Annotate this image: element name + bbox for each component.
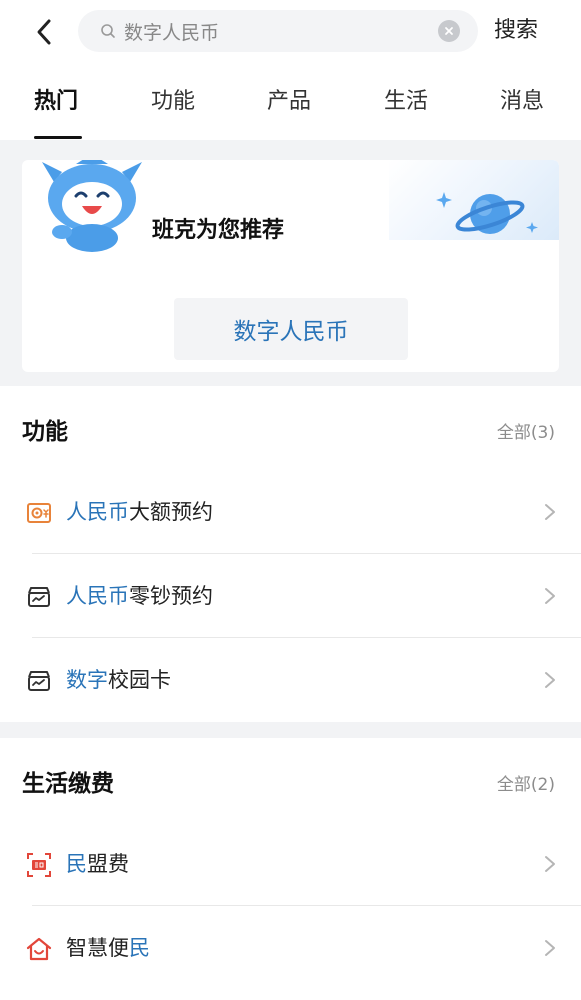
close-icon <box>445 27 453 35</box>
chevron-right-icon <box>545 940 555 956</box>
back-button[interactable] <box>26 14 62 50</box>
list-item[interactable]: 人民币大额预约 <box>0 470 581 554</box>
cash-reserve-icon <box>27 503 51 523</box>
search-results-page: 搜索 热门 功能 产品 生活 消息 <box>0 0 581 1000</box>
item-label: 人民币大额预约 <box>66 500 213 524</box>
search-box[interactable] <box>78 10 478 52</box>
list-item[interactable]: 民盟费 <box>0 822 581 906</box>
search-submit-button[interactable]: 搜索 <box>494 14 538 48</box>
minmeng-icon <box>27 853 51 877</box>
item-label: 数字校园卡 <box>66 668 171 692</box>
home-icon <box>26 937 52 961</box>
header: 搜索 热门 功能 产品 生活 消息 <box>0 0 581 140</box>
active-tab-indicator <box>34 136 82 139</box>
recommend-chip-digital-rmb[interactable]: 数字人民币 <box>174 298 408 360</box>
clear-search-button[interactable] <box>438 20 460 42</box>
recommend-title: 班克为您推荐 <box>152 218 285 243</box>
list-item[interactable]: 数字校园卡 <box>0 638 581 722</box>
search-icon <box>101 24 115 38</box>
tab-hot[interactable]: 热门 <box>34 84 78 120</box>
view-all-button[interactable]: 全部(2) <box>497 770 555 795</box>
chevron-left-icon <box>37 19 51 45</box>
list-item[interactable]: 人民币零钞预约 <box>0 554 581 638</box>
category-tabs: 热门 功能 产品 生活 消息 <box>0 80 581 139</box>
tab-products[interactable]: 产品 <box>267 84 311 120</box>
chevron-right-icon <box>545 672 555 688</box>
section-title: 生活缴费 <box>22 771 114 797</box>
tab-life[interactable]: 生活 <box>384 84 428 120</box>
list-item[interactable]: 智慧便民 <box>0 906 581 990</box>
search-input[interactable] <box>124 10 424 52</box>
tab-messages[interactable]: 消息 <box>500 84 544 120</box>
chevron-right-icon <box>545 504 555 520</box>
item-label: 民盟费 <box>66 852 129 876</box>
recommend-card: 班克为您推荐 数字人民币 <box>22 160 559 372</box>
recommend-area: 班克为您推荐 数字人民币 <box>0 140 581 386</box>
chevron-right-icon <box>545 856 555 872</box>
tab-functions[interactable]: 功能 <box>151 84 195 120</box>
life-payment-section: 生活缴费 全部(2) 民盟费 智慧便民 <box>0 738 581 1000</box>
section-title: 功能 <box>22 419 68 445</box>
view-all-button[interactable]: 全部(3) <box>497 418 555 443</box>
functions-section: 功能 全部(3) 人民币大额预约 人民币零钞预约 数字校园卡 <box>0 386 581 722</box>
wallet-icon <box>28 671 50 691</box>
item-label: 人民币零钞预约 <box>66 584 213 608</box>
planet-icon <box>436 192 538 234</box>
mascot-icon <box>42 160 142 252</box>
chevron-right-icon <box>545 588 555 604</box>
item-label: 智慧便民 <box>66 936 150 960</box>
wallet-icon <box>28 587 50 607</box>
